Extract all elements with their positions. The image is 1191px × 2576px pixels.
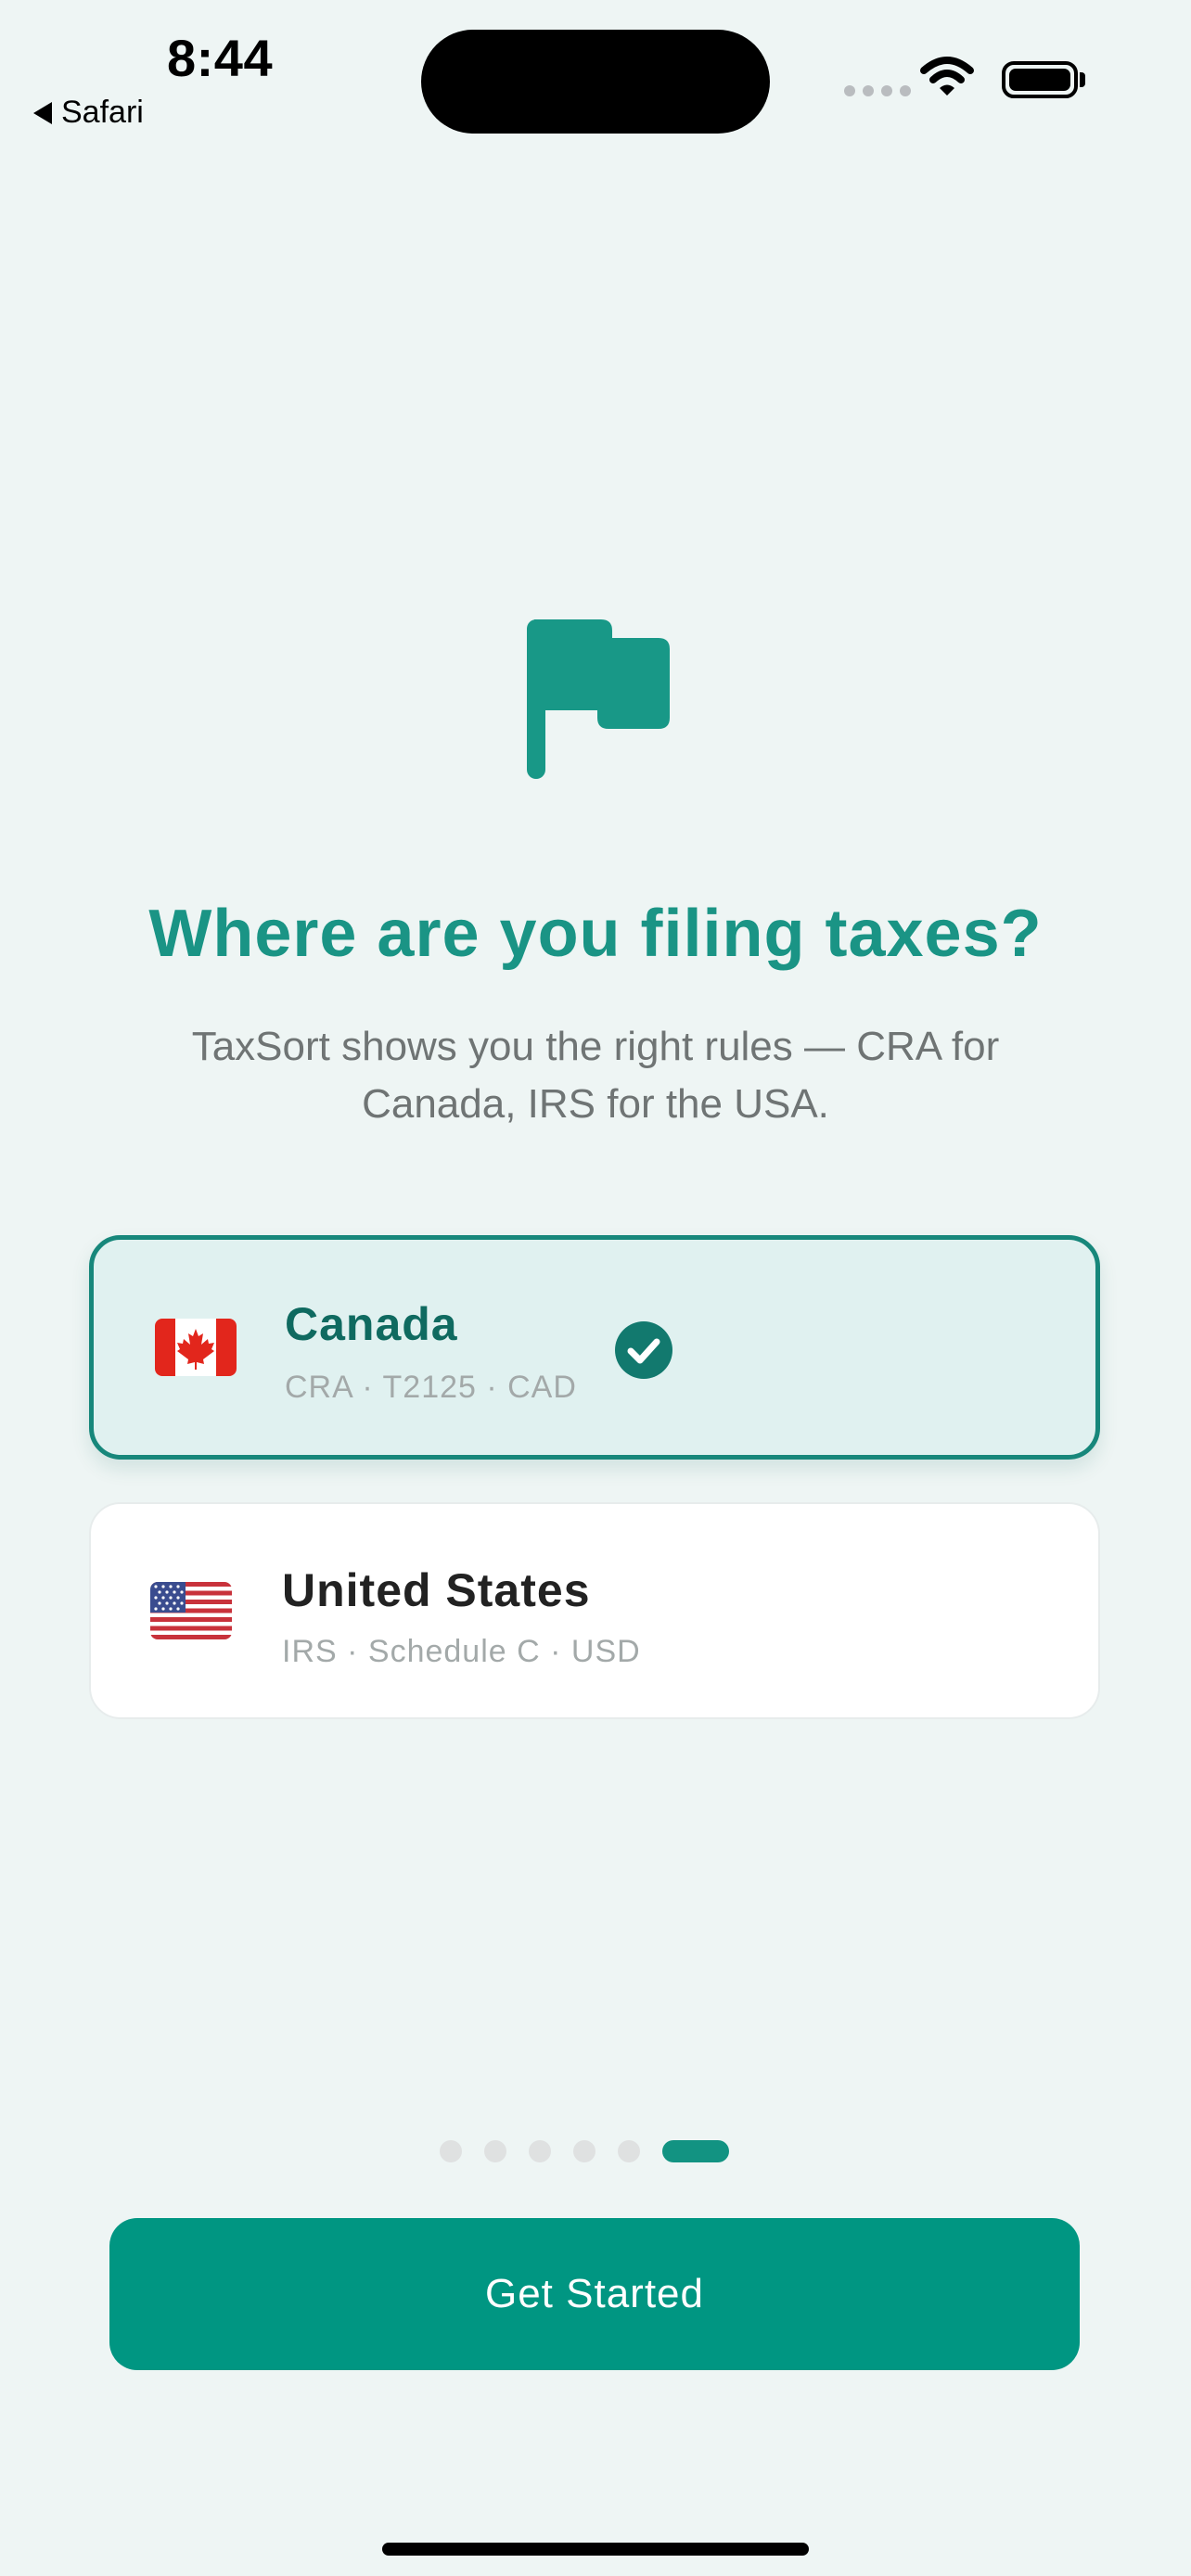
page-dot (440, 2140, 462, 2162)
page-indicator (440, 2140, 729, 2162)
flag-icon (527, 619, 670, 779)
country-name: United States (282, 1564, 591, 1616)
checkmark-selected-icon (615, 1321, 672, 1379)
country-name: Canada (285, 1298, 458, 1350)
page-dot (529, 2140, 551, 2162)
back-to-safari-button[interactable]: Safari (33, 95, 144, 131)
get-started-button[interactable]: Get Started (109, 2218, 1080, 2370)
page-dot (573, 2140, 596, 2162)
canada-flag-icon (155, 1319, 237, 1376)
country-option-canada[interactable]: Canada CRA · T2125 · CAD (89, 1235, 1100, 1460)
battery-cap (1080, 72, 1085, 87)
country-details: IRS · Schedule C · USD (282, 1634, 641, 1669)
page-subtitle: TaxSort shows you the right rules — CRA … (191, 1024, 1000, 1127)
back-label: Safari (61, 95, 144, 130)
status-time: 8:44 (167, 29, 274, 87)
battery-icon (1002, 61, 1078, 98)
page-dot (484, 2140, 506, 2162)
page-title: Where are you filing taxes? (148, 897, 1043, 971)
page-dot (618, 2140, 640, 2162)
dynamic-island (421, 30, 770, 134)
home-indicator[interactable] (382, 2543, 809, 2556)
page-dot-active (662, 2140, 729, 2162)
back-arrow-icon (33, 101, 52, 124)
country-option-united-states[interactable]: United States IRS · Schedule C · USD (89, 1502, 1100, 1719)
country-details: CRA · T2125 · CAD (285, 1370, 577, 1405)
cellular-signal-icon (844, 85, 911, 96)
wifi-icon (920, 57, 974, 96)
usa-flag-icon (150, 1582, 232, 1639)
